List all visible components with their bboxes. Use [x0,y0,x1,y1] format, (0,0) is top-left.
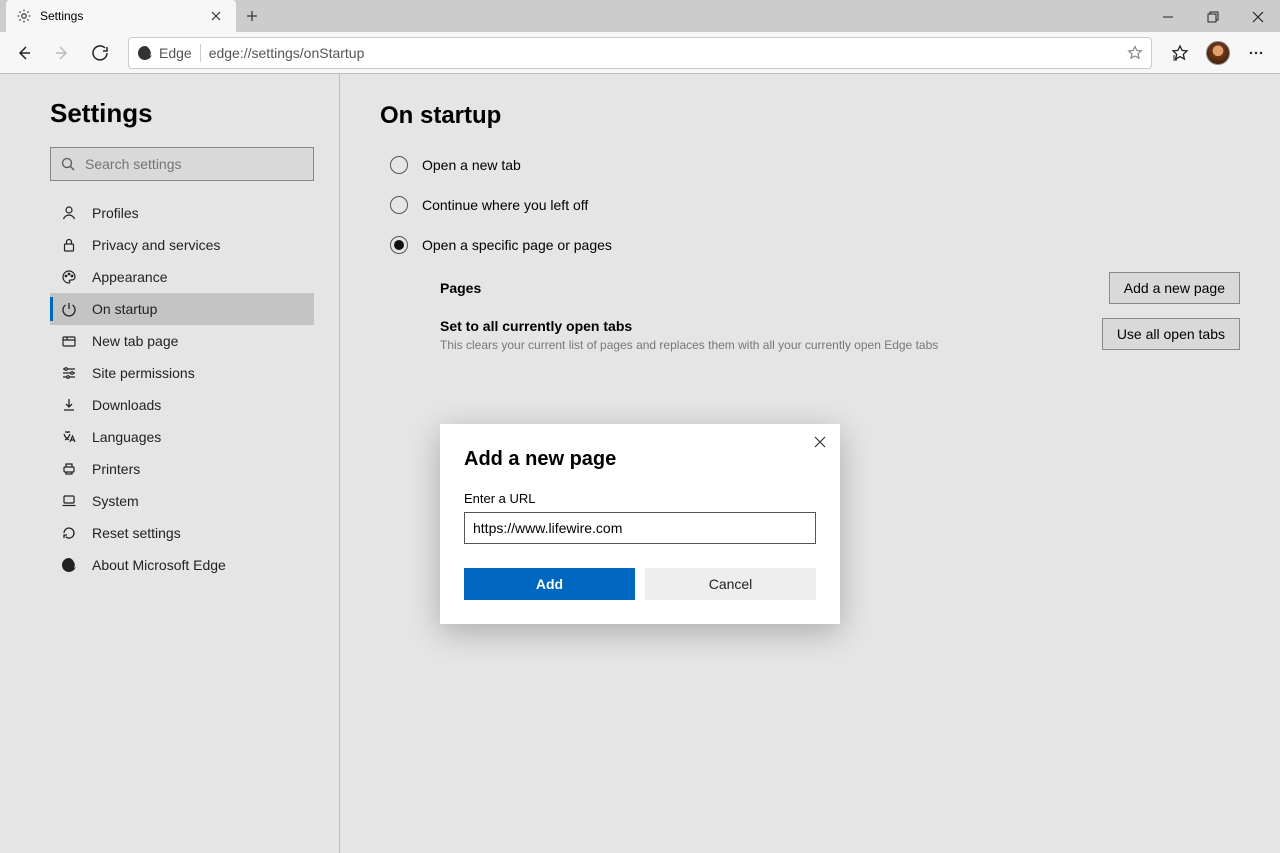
close-tab-icon[interactable] [206,6,226,26]
new-tab-button[interactable] [236,0,268,32]
tab-title: Settings [40,9,83,23]
cancel-button[interactable]: Cancel [645,568,816,600]
favorites-button[interactable] [1162,36,1198,70]
window-controls [1145,2,1280,32]
more-button[interactable] [1238,36,1274,70]
tab-strip: Settings [6,0,268,32]
address-bar[interactable]: Edge edge://settings/onStartup [128,37,1152,69]
gear-icon [16,8,32,24]
profile-button[interactable] [1200,36,1236,70]
maximize-button[interactable] [1190,2,1235,32]
favorite-star-icon[interactable] [1127,45,1143,61]
url-label: Enter a URL [464,491,816,506]
refresh-button[interactable] [82,36,118,70]
browser-tab[interactable]: Settings [6,0,236,32]
titlebar: Settings [0,0,1280,32]
url-input[interactable] [464,512,816,544]
toolbar: Edge edge://settings/onStartup [0,32,1280,74]
avatar [1206,41,1230,65]
close-window-button[interactable] [1235,2,1280,32]
url-text[interactable]: edge://settings/onStartup [209,45,1119,61]
site-identity-label: Edge [159,45,192,61]
dialog-title: Add a new page [464,448,816,471]
content: Settings Profiles Privacy and services A… [0,74,1280,853]
modal-overlay: Add a new page Enter a URL Add Cancel [0,74,1280,853]
separator [200,44,201,62]
add-page-dialog: Add a new page Enter a URL Add Cancel [440,424,840,624]
dialog-actions: Add Cancel [464,568,816,600]
back-button[interactable] [6,36,42,70]
forward-button[interactable] [44,36,80,70]
minimize-button[interactable] [1145,2,1190,32]
add-button[interactable]: Add [464,568,635,600]
close-dialog-icon[interactable] [814,436,826,448]
site-identity[interactable]: Edge [137,45,192,61]
edge-icon [137,45,153,61]
